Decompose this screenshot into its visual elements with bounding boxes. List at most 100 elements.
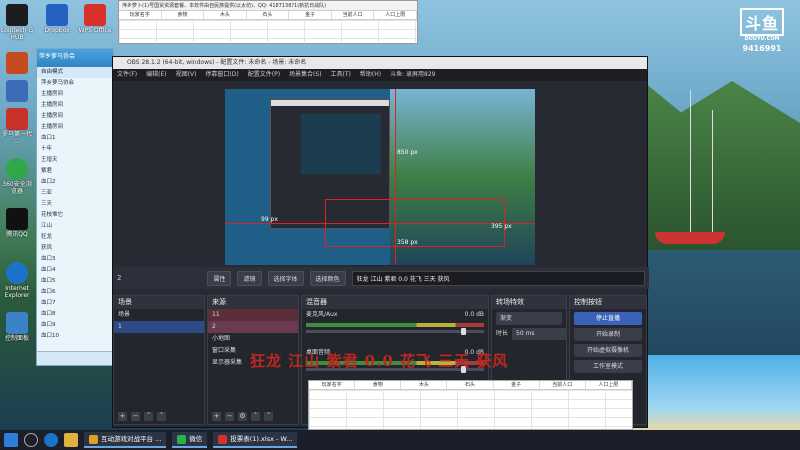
app-icon[interactable] — [0, 80, 34, 103]
qq-list-item[interactable]: 血口4 — [37, 265, 113, 276]
internet-explorer-icon[interactable]: Internet Explorer — [0, 262, 34, 299]
windows-start-icon[interactable] — [4, 433, 18, 447]
logitech-icon[interactable]: Logitech G HUB — [0, 4, 34, 41]
scene-down-button[interactable]: ˅ — [157, 412, 166, 421]
qq-list-item[interactable]: 江山 — [37, 221, 113, 232]
remove-scene-button[interactable]: − — [131, 412, 140, 421]
start-recording-button[interactable]: 开始录制 — [574, 328, 642, 341]
guide-label-left: 99 px — [261, 216, 278, 223]
obs-menu-bar[interactable]: 文件(F) 编辑(E) 视图(V) 停靠窗口(D) 配置文件(P) 场景集合(S… — [113, 69, 647, 81]
scenes-header: 场景 — [114, 296, 204, 309]
filters-button[interactable]: 滤镜 — [237, 270, 262, 286]
taskbar-app-spreadsheet[interactable]: 投票表(1).xlsx - W... — [213, 432, 298, 448]
obs-title-bar: OBS 28.1.2 (64-bit, windows) - 配置文件: 未命名… — [113, 57, 647, 69]
select-color-button[interactable]: 选择颜色 — [309, 270, 346, 286]
qq-list-item[interactable]: 主播房间 — [37, 122, 113, 133]
game-icon[interactable]: 罗马第一代 ... — [0, 108, 34, 145]
qq-list-item[interactable]: 紫君 — [37, 166, 113, 177]
gear-icon[interactable]: ⚙ — [238, 412, 247, 421]
qq-list-item[interactable]: 十年 — [37, 144, 113, 155]
qq-list-item[interactable]: 三亚 — [37, 188, 113, 199]
source-item[interactable]: 小地图 — [208, 333, 298, 345]
menu-scene-collection[interactable]: 场景集合(S) — [289, 69, 322, 81]
qq-list-item[interactable]: 花枝堆它 — [37, 210, 113, 221]
add-scene-button[interactable]: + — [118, 412, 127, 421]
qq-mode[interactable]: 自由模式 — [37, 67, 113, 78]
stop-streaming-button[interactable]: 停止直播 — [574, 312, 642, 325]
spreadsheet-title: 萍乡萝卜(1)号国贸资源套餐、本软件由自民族提供(以太坊)、QQ: 418713… — [119, 1, 417, 11]
qq-list-item[interactable]: 主播房间 — [37, 89, 113, 100]
source-item[interactable]: 11 — [208, 309, 298, 321]
spreadsheet-window-top[interactable]: 萍乡萝卜(1)号国贸资源套餐、本软件由自民族提供(以太坊)、QQ: 418713… — [118, 0, 418, 44]
taskbar-app-game-platform[interactable]: 互动游戏对战平台 ... — [84, 432, 167, 448]
spreadsheet-window-bottom[interactable]: 玩家名字 食物 木头 石头 金子 当前人口 人口上限 — [308, 380, 633, 430]
guide-label-right: 850 px — [397, 149, 418, 156]
menu-view[interactable]: 视图(V) — [176, 69, 197, 81]
spreadsheet-grid[interactable] — [119, 20, 417, 42]
menu-file[interactable]: 文件(F) — [117, 69, 137, 81]
qq-toolbar[interactable] — [37, 351, 113, 365]
add-source-button[interactable]: + — [212, 412, 221, 421]
preview-canvas[interactable]: 850 px 395 px 99 px 358 px — [225, 89, 535, 265]
taskbar-app-wechat[interactable]: 微信 — [172, 432, 208, 448]
menu-profile[interactable]: 配置文件(P) — [248, 69, 280, 81]
spreadsheet-grid[interactable] — [309, 390, 632, 429]
qq-list-item[interactable]: 王增天 — [37, 155, 113, 166]
text-source-value[interactable]: 狂龙 江山 紫君 0.0 花飞 三天 获风 — [351, 270, 645, 286]
qq-list-item[interactable]: 获凤 — [37, 243, 113, 254]
mic-volume-slider[interactable] — [306, 328, 484, 335]
qq-list-item[interactable]: 主播房间 — [37, 111, 113, 122]
controls-header: 控制按钮 — [570, 296, 646, 309]
control-panel-icon[interactable]: 控制面板 — [0, 312, 34, 342]
scene-item-selected[interactable]: 1 — [114, 321, 204, 333]
qq-icon[interactable]: 腾讯QQ — [0, 208, 34, 238]
source-count: 2 — [117, 274, 122, 282]
source-up-button[interactable]: ˄ — [251, 412, 260, 421]
dropbox-icon[interactable]: Dropbox — [40, 4, 74, 34]
beach-photo — [630, 355, 800, 430]
folder-icon[interactable] — [0, 52, 34, 75]
qq-list-item[interactable]: 血口1 — [37, 133, 113, 144]
menu-edit[interactable]: 编辑(E) — [146, 69, 166, 81]
scene-up-button[interactable]: ˄ — [144, 412, 153, 421]
menu-help[interactable]: 帮助(H) — [360, 69, 381, 81]
qq-contact-window[interactable]: 萍乡萝马协会 自由模式 萍乡萝马协会 主播房间 主播房间 主播房间 主播房间 血口1 十年王… — [36, 48, 114, 366]
qq-list-item[interactable]: 三天 — [37, 199, 113, 210]
qq-list-item[interactable]: 血口5 — [37, 276, 113, 287]
duration-label: 时长 — [496, 330, 509, 337]
menu-tools[interactable]: 工具(T) — [331, 69, 351, 81]
start-virtual-camera-button[interactable]: 开始虚拟摄像机 — [574, 344, 642, 357]
studio-mode-button[interactable]: 工作室模式 — [574, 360, 642, 373]
source-toolbar[interactable]: 2 属性 滤镜 选择字体 选择颜色 狂龙 江山 紫君 0.0 花飞 三天 获风 — [113, 267, 649, 289]
remove-source-button[interactable]: − — [225, 412, 234, 421]
taskbar[interactable]: 互动游戏对战平台 ... 微信 投票表(1).xlsx - W... — [0, 430, 800, 450]
qq-list-item[interactable]: 血口6 — [37, 287, 113, 298]
qq-list-item[interactable]: 萍乡萝马协会 — [37, 78, 113, 89]
wps-office-icon[interactable]: WPS Office — [78, 4, 112, 34]
obs-window[interactable]: OBS 28.1.2 (64-bit, windows) - 配置文件: 未命名… — [112, 56, 649, 428]
qq-list-item[interactable]: 血口2 — [37, 177, 113, 188]
browser-360-icon[interactable]: 360安全浏览器 — [0, 158, 34, 195]
qq-list-item[interactable]: 血口7 — [37, 298, 113, 309]
mic-level-meter — [306, 323, 484, 327]
transition-select[interactable]: 渐变 — [496, 312, 562, 325]
qq-list-item[interactable]: 血口8 — [37, 309, 113, 320]
qq-list-item[interactable]: 狂龙 — [37, 232, 113, 243]
scenes-dock[interactable]: 场景 场景 1 + − ˄ ˅ — [113, 295, 205, 425]
ie-taskbar-icon[interactable] — [44, 433, 58, 447]
scene-item[interactable]: 场景 — [114, 309, 204, 321]
qq-list-item[interactable]: 血口10 — [37, 331, 113, 342]
qq-list-item[interactable]: 血口3 — [37, 254, 113, 265]
duration-input[interactable]: 50 ms — [512, 328, 566, 340]
qq-list-item[interactable]: 主播房间 — [37, 100, 113, 111]
source-item[interactable]: 2 — [208, 321, 298, 333]
source-down-button[interactable]: ˅ — [264, 412, 273, 421]
file-explorer-icon[interactable] — [64, 433, 78, 447]
spreadsheet-header-row: 玩家名字 食物 木头 石头 金子 当前人口 人口上限 — [119, 11, 418, 20]
qq-list-item[interactable]: 血口9 — [37, 320, 113, 331]
menu-docks[interactable]: 停靠窗口(D) — [205, 69, 238, 81]
properties-button[interactable]: 属性 — [207, 270, 232, 286]
search-icon[interactable] — [24, 433, 38, 447]
menu-douyu[interactable]: 斗鱼: 录屏用829 — [390, 69, 435, 81]
select-font-button[interactable]: 选择字体 — [267, 270, 304, 286]
